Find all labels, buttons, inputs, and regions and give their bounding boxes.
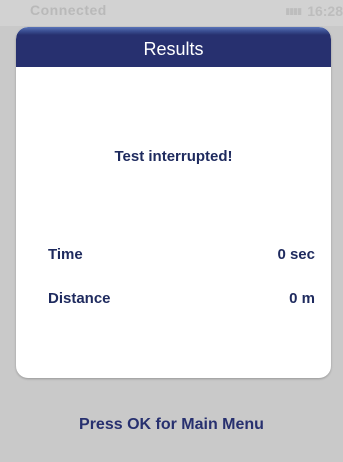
status-message: Test interrupted! [114,148,233,165]
dialog-title: Results [143,39,204,59]
status-time: 16:28 [307,3,343,19]
signal-icon: ▮▮▮▮ [285,5,302,16]
time-label: Time [48,246,83,263]
dialog-header: Results [16,27,331,67]
main-menu-prompt: Press OK for Main Menu [79,416,264,433]
status-right: ▮▮▮▮ 16:28 [285,3,343,19]
results-dialog: Results Test interrupted! Time 0 sec Dis… [16,27,331,378]
status-bar: Connected ▮▮▮▮ 16:28 [0,0,343,26]
distance-label: Distance [48,290,111,307]
connection-status: Connected [30,2,107,18]
time-value: 0 sec [277,246,315,263]
screen: Connected ▮▮▮▮ 16:28 Results Test interr… [0,0,343,462]
distance-value: 0 m [289,290,315,307]
